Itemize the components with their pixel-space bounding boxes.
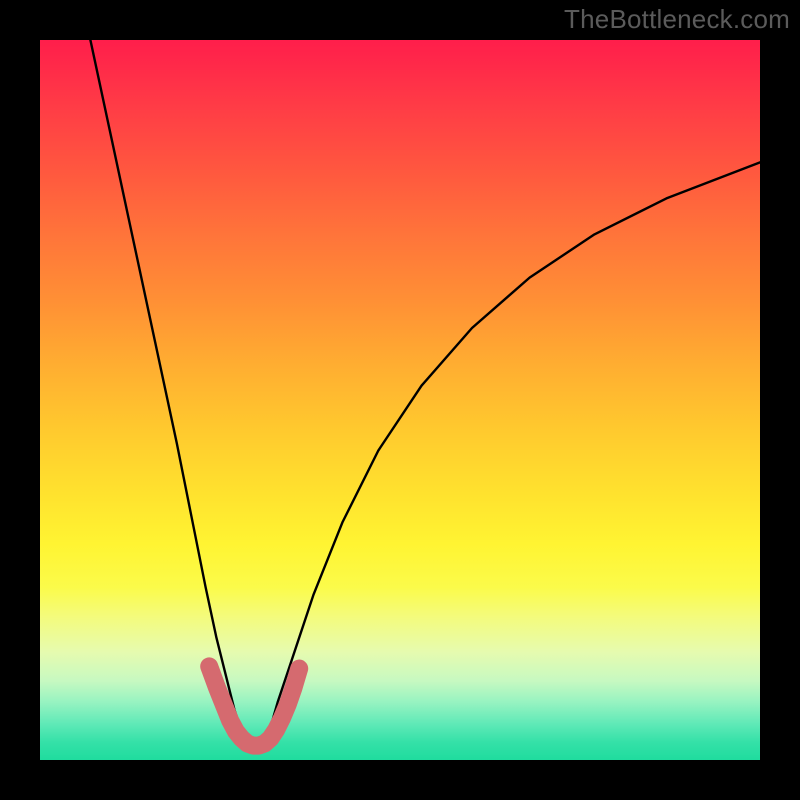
chart-container: TheBottleneck.com (0, 0, 800, 800)
curve-svg (40, 40, 760, 760)
plot-area (40, 40, 760, 760)
watermark-text: TheBottleneck.com (564, 4, 790, 35)
bottleneck-curve (90, 40, 760, 746)
